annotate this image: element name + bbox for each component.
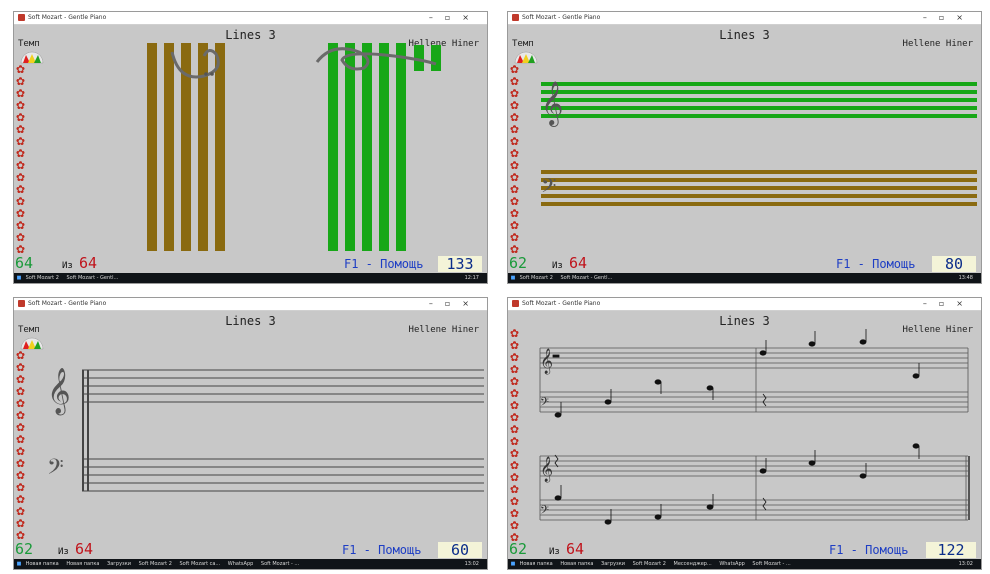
vertical-staff-display bbox=[147, 43, 441, 251]
taskbar-item[interactable]: Загрузки bbox=[601, 559, 625, 569]
screenshot-panel-4: Soft Mozart - Gentle Piano –▫× Lines 3 H… bbox=[507, 297, 982, 570]
taskbar-clock: 13:48 bbox=[958, 275, 973, 281]
help-hint[interactable]: F1 - Помощь bbox=[344, 257, 423, 271]
taskbar-item[interactable]: Soft Mozart 2 bbox=[139, 559, 172, 569]
bass-clef-icon: 𝄢 bbox=[540, 396, 549, 412]
taskbar-item[interactable]: Soft Mozart - ... bbox=[261, 559, 299, 569]
windows-start-icon[interactable]: ■ bbox=[508, 273, 518, 283]
bass-staff bbox=[82, 458, 484, 492]
taskbar-item[interactable]: Новая папка bbox=[520, 559, 553, 569]
sheet-music-display: 𝄞 𝄢 𝄞 𝄢 bbox=[539, 329, 970, 525]
help-hint[interactable]: F1 - Помощь bbox=[836, 257, 915, 271]
windows-start-icon[interactable]: ■ bbox=[14, 273, 24, 283]
bass-clef-icon: 𝄢 bbox=[541, 174, 556, 202]
grand-staff-display: 𝄞 𝄢 bbox=[47, 368, 484, 492]
total-levels: 64 bbox=[79, 254, 98, 272]
bass-staff-vertical bbox=[147, 43, 225, 251]
screenshot-panel-3: Soft Mozart - Gentle Piano –▫× Lines 3 H… bbox=[13, 297, 488, 570]
taskbar-item[interactable]: WhatsApp bbox=[228, 559, 254, 569]
of-label: Из bbox=[552, 261, 563, 271]
treble-clef-icon: 𝄞 bbox=[540, 456, 553, 482]
windows-taskbar: ■ Новая папка Новая папка Загрузки Soft … bbox=[14, 559, 487, 569]
system-1 bbox=[539, 347, 969, 413]
system-2 bbox=[539, 455, 970, 521]
total-levels: 64 bbox=[566, 540, 585, 558]
taskbar-item[interactable]: Мессенджер... bbox=[674, 559, 712, 569]
taskbar-item[interactable]: Soft Mozart 2 bbox=[633, 559, 666, 569]
screenshot-panel-2: Soft Mozart - Gentle Piano –▫× Lines 3 H… bbox=[507, 11, 982, 284]
current-level: 62 bbox=[509, 254, 528, 272]
taskbar-item[interactable]: Загрузки bbox=[107, 559, 131, 569]
score-counter: 122 bbox=[926, 542, 976, 559]
taskbar-item[interactable]: Soft Mozart 2 bbox=[26, 273, 59, 283]
score-counter: 60 bbox=[438, 542, 482, 559]
treble-clef-icon: 𝄞 bbox=[540, 348, 553, 374]
score-counter: 80 bbox=[932, 256, 976, 273]
windows-taskbar: ■ Новая папка Новая папка Загрузки Soft … bbox=[508, 559, 981, 569]
of-label: Из bbox=[62, 261, 73, 271]
treble-clef-icon: 𝄞 bbox=[541, 81, 563, 127]
horizontal-staff-display: 𝄞 𝄢 bbox=[541, 81, 977, 206]
taskbar-item[interactable]: Новая папка bbox=[26, 559, 59, 569]
taskbar-item[interactable]: WhatsApp bbox=[719, 559, 745, 569]
help-hint[interactable]: F1 - Помощь bbox=[829, 543, 908, 557]
taskbar-item[interactable]: Soft Mozart - Gentl... bbox=[67, 273, 119, 283]
help-hint[interactable]: F1 - Помощь bbox=[342, 543, 421, 557]
taskbar-item[interactable]: Soft Mozart - Gentl... bbox=[561, 273, 613, 283]
system-1-notes bbox=[552, 329, 920, 418]
windows-taskbar: ■ Soft Mozart 2 Soft Mozart - Gentl... 1… bbox=[508, 273, 981, 283]
screenshot-panel-1: Soft Mozart - Gentle Piano –▫× Lines 3 H… bbox=[13, 11, 488, 284]
taskbar-item[interactable]: Soft Mozart 2 bbox=[520, 273, 553, 283]
windows-start-icon[interactable]: ■ bbox=[508, 559, 518, 569]
taskbar-clock: 12:17 bbox=[464, 275, 479, 281]
of-label: Из bbox=[58, 547, 69, 557]
system-bracket bbox=[82, 370, 84, 491]
bass-clef-icon: 𝄢 bbox=[540, 504, 549, 520]
current-level: 62 bbox=[509, 540, 528, 558]
treble-clef-icon: 𝄞 bbox=[47, 368, 71, 416]
taskbar-clock: 13:02 bbox=[958, 561, 973, 567]
current-level: 62 bbox=[15, 540, 34, 558]
taskbar-clock: 13:02 bbox=[464, 561, 479, 567]
taskbar-item[interactable]: Soft Mozart - ... bbox=[752, 559, 790, 569]
windows-start-icon[interactable]: ■ bbox=[14, 559, 24, 569]
bass-clef-icon: 𝄢 bbox=[47, 455, 64, 485]
system-bracket bbox=[87, 370, 89, 491]
current-level: 64 bbox=[15, 254, 34, 272]
taskbar-item[interactable]: Новая папка bbox=[560, 559, 593, 569]
score-counter: 133 bbox=[438, 256, 482, 273]
windows-taskbar: ■ Soft Mozart 2 Soft Mozart - Gentl... 1… bbox=[14, 273, 487, 283]
taskbar-item[interactable]: Новая папка bbox=[66, 559, 99, 569]
total-levels: 64 bbox=[569, 254, 588, 272]
treble-staff bbox=[82, 369, 484, 403]
of-label: Из bbox=[549, 547, 560, 557]
treble-staff-vertical bbox=[315, 43, 441, 251]
total-levels: 64 bbox=[75, 540, 94, 558]
taskbar-item[interactable]: Soft Mozart ca... bbox=[180, 559, 221, 569]
bass-staff-brown: 𝄢 bbox=[541, 170, 977, 206]
treble-staff-green: 𝄞 bbox=[541, 81, 977, 127]
